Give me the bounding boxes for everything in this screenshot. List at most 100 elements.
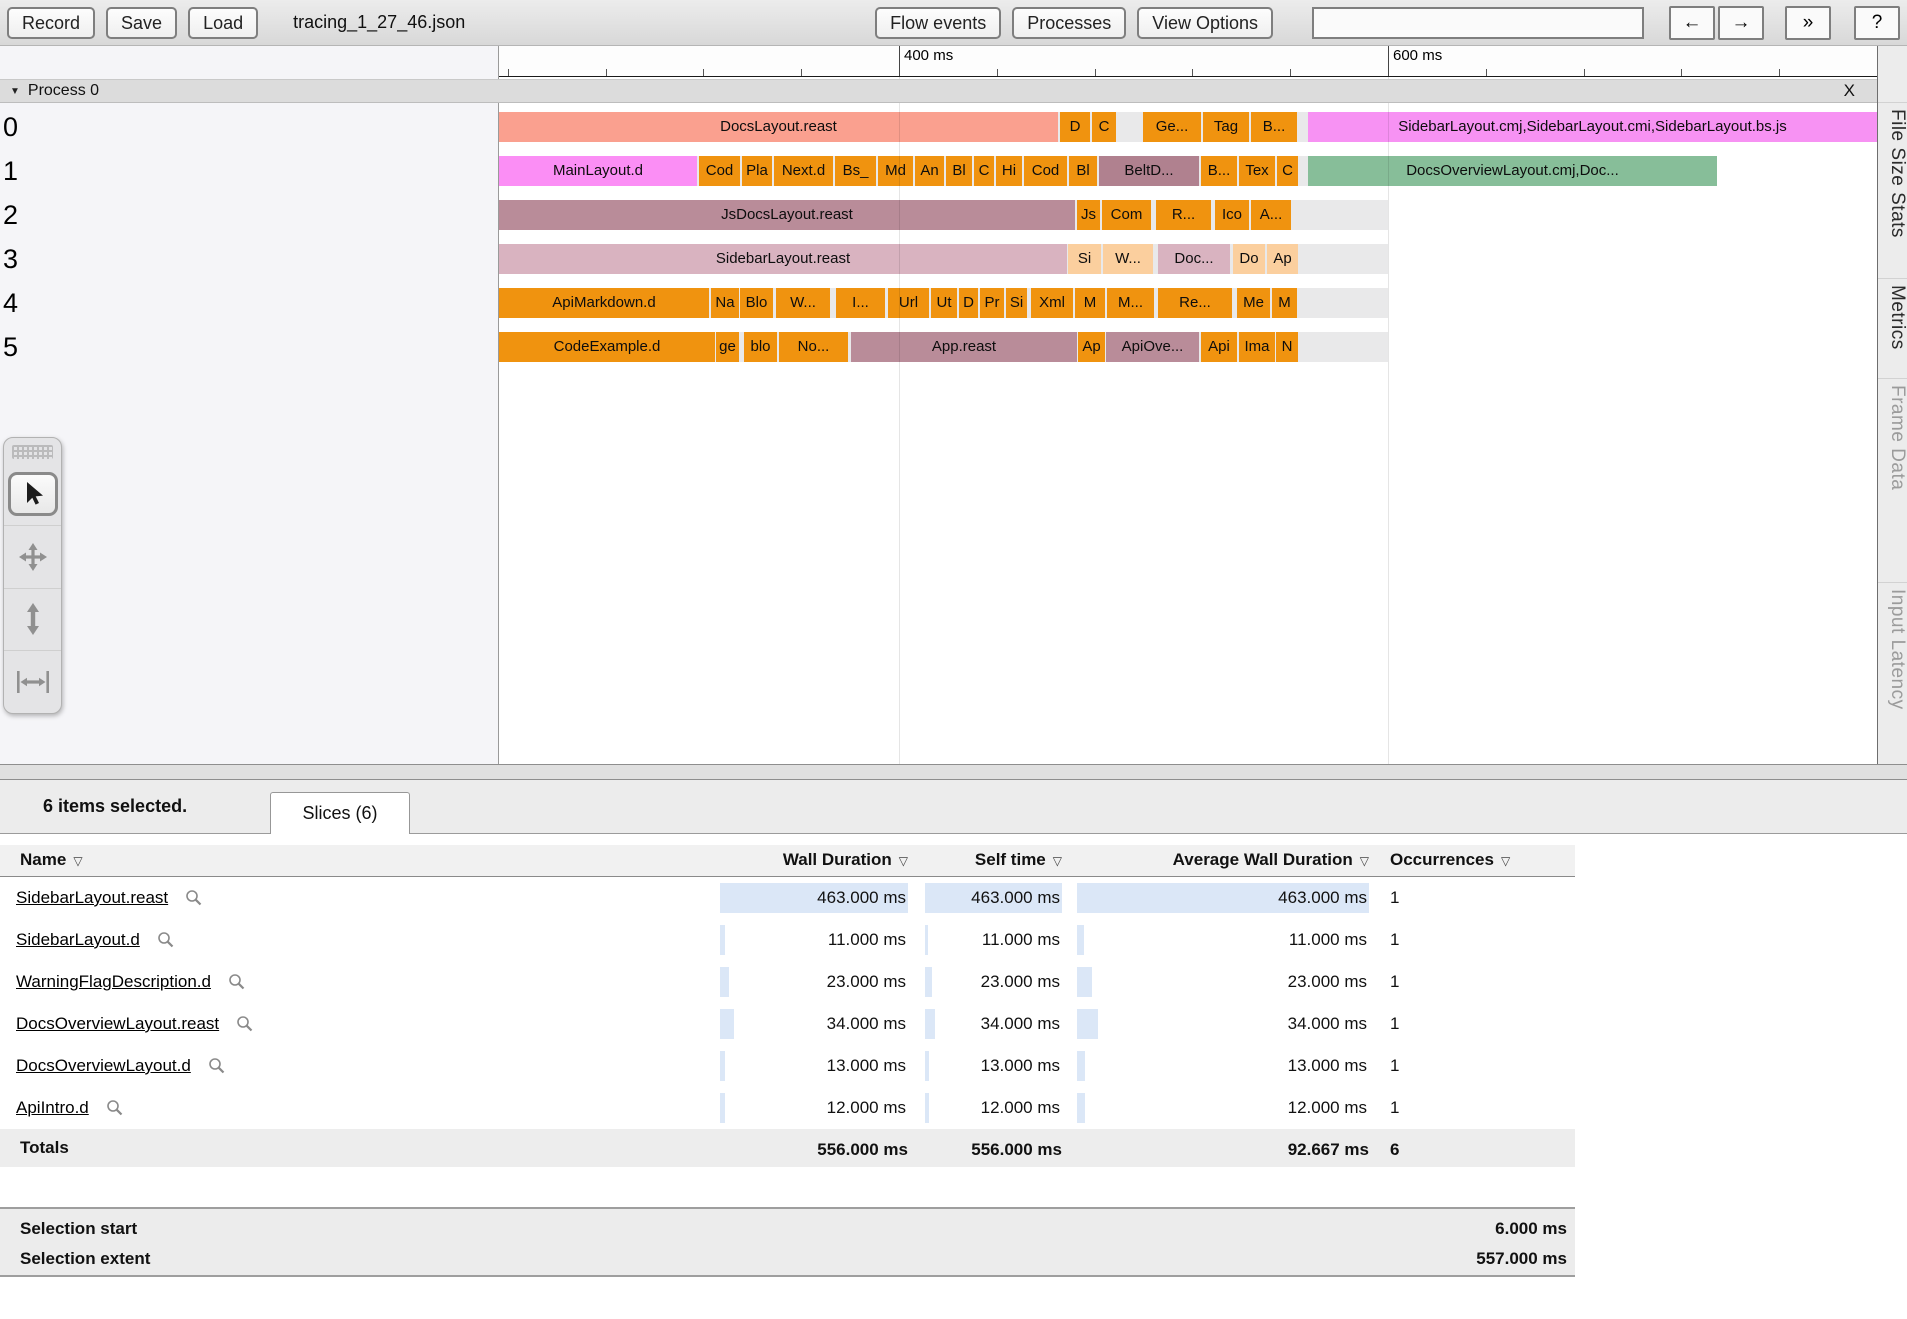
view-options-button[interactable]: View Options (1137, 7, 1273, 39)
trace-slice[interactable]: MainLayout.d (499, 156, 697, 186)
trace-slice[interactable]: Si (1006, 288, 1027, 318)
trace-slice[interactable]: B... (1251, 112, 1297, 142)
trace-slice[interactable]: C (974, 156, 994, 186)
flow-events-button[interactable]: Flow events (875, 7, 1001, 39)
trace-slice[interactable]: W... (1103, 244, 1153, 274)
trace-slice[interactable]: Hi (996, 156, 1022, 186)
column-header-self-time[interactable]: Self time▽ (925, 845, 1062, 877)
side-tab-metrics[interactable]: Metrics (1878, 278, 1907, 350)
slice-name-link[interactable]: DocsOverviewLayout.reast (16, 1014, 219, 1034)
trace-slice[interactable]: Re... (1158, 288, 1232, 318)
trace-slice[interactable]: Si (1068, 244, 1101, 274)
timing-tool-button[interactable] (4, 650, 61, 713)
tab-slices[interactable]: Slices (6) (270, 792, 410, 834)
trace-slice[interactable]: No... (779, 332, 848, 362)
process-close-button[interactable]: X (1844, 81, 1855, 101)
selection-tool-button[interactable] (4, 463, 61, 525)
side-tab-file-size-stats[interactable]: File Size Stats (1878, 102, 1907, 238)
column-header-wall-duration[interactable]: Wall Duration▽ (720, 845, 908, 877)
more-options-button[interactable]: » (1785, 6, 1831, 40)
trace-slice[interactable]: ge (716, 332, 739, 362)
save-button[interactable]: Save (106, 7, 177, 39)
side-tab-frame-data[interactable]: Frame Data (1878, 378, 1907, 490)
trace-slice[interactable]: SidebarLayout.cmj,SidebarLayout.cmi,Side… (1308, 112, 1877, 142)
magnifier-icon[interactable] (157, 931, 175, 949)
trace-slice[interactable]: An (915, 156, 944, 186)
trace-slice[interactable]: Cod (1024, 156, 1067, 186)
processes-button[interactable]: Processes (1012, 7, 1126, 39)
trace-slice[interactable]: A... (1251, 200, 1291, 230)
zoom-tool-button[interactable] (4, 588, 61, 651)
flame-chart[interactable]: DocsLayout.reastDCGe...TagB...SidebarLay… (499, 46, 1877, 764)
trace-slice[interactable]: Api (1201, 332, 1237, 362)
column-header-name[interactable]: Name▽ (20, 845, 83, 877)
trace-slice[interactable]: Ge... (1143, 112, 1201, 142)
trace-slice[interactable]: Xml (1031, 288, 1073, 318)
trace-slice[interactable]: JsDocsLayout.reast (499, 200, 1075, 230)
trace-slice[interactable]: Ap (1267, 244, 1298, 274)
trace-slice[interactable]: BeltD... (1099, 156, 1199, 186)
trace-slice[interactable]: Me (1237, 288, 1270, 318)
find-input[interactable] (1312, 7, 1644, 39)
trace-slice[interactable]: Do (1233, 244, 1265, 274)
trace-slice[interactable]: Bs_ (835, 156, 876, 186)
trace-slice[interactable]: Url (888, 288, 929, 318)
trace-slice[interactable]: blo (744, 332, 777, 362)
help-button[interactable]: ? (1854, 6, 1900, 40)
trace-slice[interactable]: M (1272, 288, 1297, 318)
trace-slice[interactable]: Na (711, 288, 739, 318)
trace-slice[interactable]: Cod (699, 156, 740, 186)
trace-slice[interactable]: Ima (1239, 332, 1275, 362)
palette-drag-handle[interactable] (12, 445, 53, 459)
trace-slice[interactable]: Tag (1203, 112, 1249, 142)
magnifier-icon[interactable] (208, 1057, 226, 1075)
magnifier-icon[interactable] (236, 1015, 254, 1033)
trace-slice[interactable]: Next.d (774, 156, 833, 186)
column-header-occurrences[interactable]: Occurrences▽ (1390, 845, 1510, 877)
trace-slice[interactable]: Js (1077, 200, 1100, 230)
process-header[interactable]: ▼ Process 0 X (0, 79, 1877, 103)
trace-slice[interactable]: DocsOverviewLayout.cmj,Doc... (1308, 156, 1717, 186)
trace-slice[interactable]: Bl (1069, 156, 1097, 186)
side-tab-input-latency[interactable]: Input Latency (1878, 582, 1907, 710)
trace-slice[interactable]: I... (836, 288, 885, 318)
trace-slice[interactable]: Ap (1078, 332, 1105, 362)
trace-slice[interactable]: Pla (742, 156, 772, 186)
column-header-average-wall-duration[interactable]: Average Wall Duration▽ (1077, 845, 1369, 877)
magnifier-icon[interactable] (185, 889, 203, 907)
record-button[interactable]: Record (7, 7, 95, 39)
find-next-button[interactable]: → (1718, 6, 1764, 40)
slice-name-link[interactable]: ApiIntro.d (16, 1098, 89, 1118)
magnifier-icon[interactable] (228, 973, 246, 991)
trace-slice[interactable]: SidebarLayout.reast (499, 244, 1067, 274)
horizontal-splitter[interactable] (0, 764, 1907, 780)
slice-name-link[interactable]: SidebarLayout.reast (16, 888, 168, 908)
trace-slice[interactable]: Ut (931, 288, 957, 318)
trace-slice[interactable]: Com (1102, 200, 1151, 230)
trace-slice[interactable]: W... (776, 288, 830, 318)
slice-name-link[interactable]: SidebarLayout.d (16, 930, 140, 950)
load-button[interactable]: Load (188, 7, 258, 39)
trace-slice[interactable]: C (1092, 112, 1116, 142)
trace-slice[interactable]: M... (1107, 288, 1154, 318)
trace-slice[interactable]: Md (878, 156, 913, 186)
trace-slice[interactable]: C (1277, 156, 1298, 186)
trace-slice[interactable]: R... (1156, 200, 1211, 230)
pan-tool-button[interactable] (4, 525, 61, 588)
trace-slice[interactable]: D (1060, 112, 1090, 142)
trace-slice[interactable]: Tex (1239, 156, 1275, 186)
trace-slice[interactable]: ApiMarkdown.d (499, 288, 709, 318)
trace-slice[interactable]: B... (1201, 156, 1237, 186)
trace-slice[interactable]: CodeExample.d (499, 332, 715, 362)
trace-slice[interactable]: M (1075, 288, 1105, 318)
trace-slice[interactable]: ApiOve... (1106, 332, 1199, 362)
trace-slice[interactable]: N (1276, 332, 1298, 362)
slice-name-link[interactable]: WarningFlagDescription.d (16, 972, 211, 992)
slice-name-link[interactable]: DocsOverviewLayout.d (16, 1056, 191, 1076)
trace-slice[interactable]: Bl (946, 156, 972, 186)
trace-slice[interactable]: Pr (980, 288, 1004, 318)
trace-slice[interactable]: App.reast (851, 332, 1077, 362)
trace-slice[interactable]: D (959, 288, 978, 318)
find-previous-button[interactable]: ← (1669, 6, 1715, 40)
magnifier-icon[interactable] (106, 1099, 124, 1117)
